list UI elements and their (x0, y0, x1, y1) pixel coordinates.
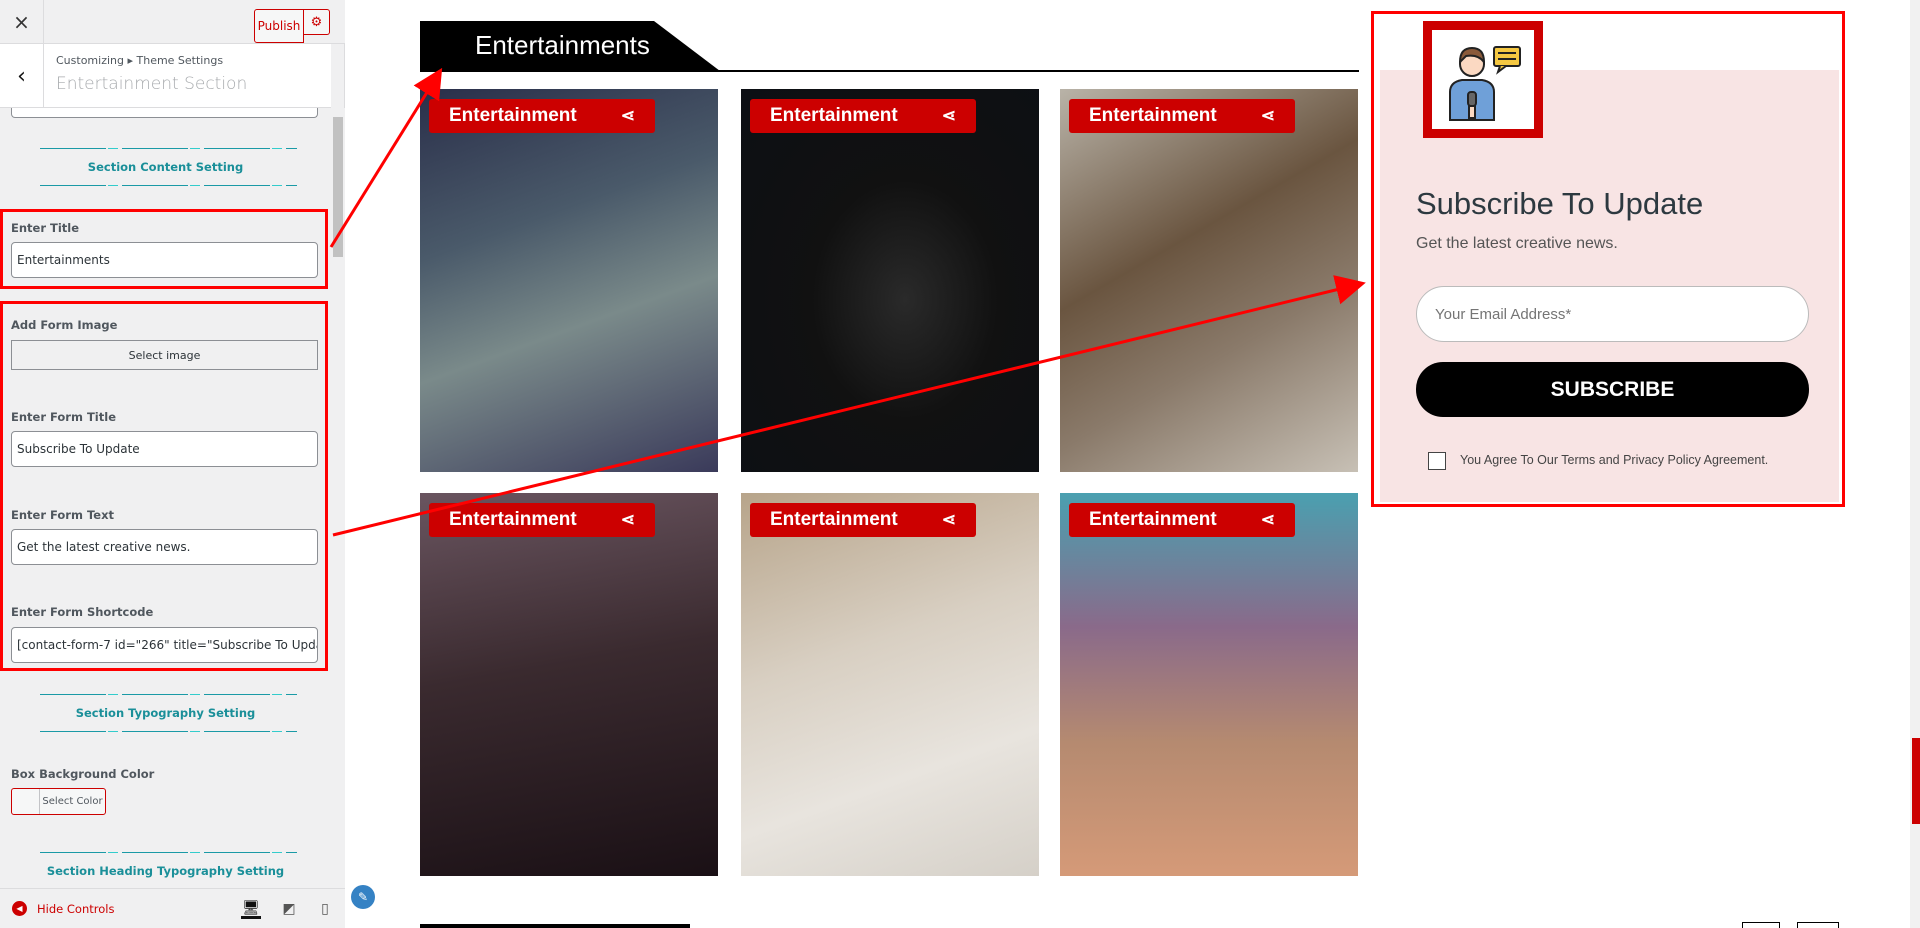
close-icon[interactable]: × (0, 0, 44, 44)
gear-icon[interactable]: ⚙ (304, 9, 330, 35)
subscribe-button[interactable]: SUBSCRIBE (1416, 362, 1809, 417)
share-icon[interactable]: ⋖ (942, 510, 956, 530)
entertainment-card[interactable]: Entertainment ⋖ (1060, 493, 1358, 876)
mobile-preview-icon[interactable]: ▯ (315, 899, 335, 919)
color-swatch (12, 789, 40, 814)
form-text-input[interactable]: Get the latest creative news. (11, 529, 318, 565)
category-badge[interactable]: Entertainment ⋖ (1069, 99, 1295, 133)
category-badge[interactable]: Entertainment ⋖ (750, 503, 976, 537)
divider (40, 852, 297, 853)
heading-underline (420, 70, 1359, 72)
shortcode-label: Enter Form Shortcode (11, 605, 154, 619)
subscribe-text: Get the latest creative news. (1416, 235, 1618, 252)
customizer-footer: ◀ Hide Controls 🖥 ◩ ▯ (0, 888, 345, 928)
section-header: ‹ Customizing ▸ Theme Settings Entertain… (0, 44, 331, 108)
share-icon[interactable]: ⋖ (1261, 510, 1275, 530)
terms-label: You Agree To Our Terms and Privacy Polic… (1460, 453, 1769, 467)
category-badge[interactable]: Entertainment ⋖ (429, 99, 655, 133)
shortcode-input[interactable]: [contact-form-7 id="266" title="Subscrib… (11, 627, 318, 663)
title-input[interactable]: Entertainments (11, 242, 318, 278)
subscribe-panel: Subscribe To Update Get the latest creat… (1371, 11, 1845, 507)
entertainment-card[interactable]: Entertainment ⋖ (420, 89, 718, 472)
category-badge[interactable]: Entertainment ⋖ (1069, 503, 1295, 537)
category-badge[interactable]: Entertainment ⋖ (750, 99, 976, 133)
next-arrow-button[interactable] (1797, 922, 1839, 928)
collapse-icon: ◀ (12, 901, 27, 916)
share-icon[interactable]: ⋖ (621, 510, 635, 530)
box-bg-label: Box Background Color (11, 767, 155, 781)
typography-heading: Section Typography Setting (75, 706, 256, 720)
badge-label: Entertainment (770, 105, 898, 126)
form-image-label: Add Form Image (11, 318, 118, 332)
badge-label: Entertainment (449, 509, 577, 530)
heading-typography-heading: Section Heading Typography Setting (46, 864, 285, 878)
tablet-preview-icon[interactable]: ◩ (279, 899, 299, 919)
prev-arrow-button[interactable] (1742, 922, 1780, 928)
entertainment-card[interactable]: Entertainment ⋖ (741, 493, 1039, 876)
share-icon[interactable]: ⋖ (621, 106, 635, 126)
form-text-label: Enter Form Text (11, 508, 114, 522)
reporter-icon (1449, 46, 1521, 121)
entertainment-card[interactable]: Entertainment ⋖ (741, 89, 1039, 472)
subscribe-title: Subscribe To Update (1416, 186, 1704, 221)
badge-label: Entertainment (449, 105, 577, 126)
title-label: Enter Title (11, 221, 80, 235)
form-title-input[interactable]: Subscribe To Update (11, 431, 318, 467)
hide-controls-button[interactable]: ◀ Hide Controls (12, 901, 114, 916)
back-chevron-icon[interactable]: ‹ (0, 44, 44, 108)
form-image (1423, 21, 1543, 138)
divider (40, 185, 297, 186)
breadcrumb: Customizing ▸ Theme Settings (56, 54, 224, 67)
customizer-topbar: × Publish ⚙ (0, 0, 345, 44)
select-color-label: Select Color (42, 796, 103, 807)
divider (40, 694, 297, 695)
badge-label: Entertainment (1089, 509, 1217, 530)
edit-pencil-icon[interactable]: ✎ (351, 885, 375, 909)
previous-input[interactable] (11, 108, 318, 118)
entertainment-card[interactable]: Entertainment ⋖ (420, 493, 718, 876)
content-setting-heading: Section Content Setting (87, 160, 244, 174)
entertainment-card[interactable]: Entertainment ⋖ (1060, 89, 1358, 472)
category-badge[interactable]: Entertainment ⋖ (429, 503, 655, 537)
select-color-button[interactable]: Select Color (11, 788, 106, 815)
share-icon[interactable]: ⋖ (1261, 106, 1275, 126)
share-icon[interactable]: ⋖ (942, 106, 956, 126)
badge-label: Entertainment (1089, 105, 1217, 126)
section-heading: Entertainments (475, 30, 650, 60)
email-input[interactable] (1416, 286, 1809, 342)
terms-checkbox[interactable] (1428, 452, 1446, 470)
divider (40, 148, 297, 149)
divider (40, 731, 297, 732)
page-title: Entertainment Section (56, 74, 248, 94)
hide-controls-label: Hide Controls (37, 901, 115, 916)
scrollbar-thumb[interactable] (333, 117, 343, 257)
customizer-sidebar: × Publish ⚙ ‹ Customizing ▸ Theme Settin… (0, 0, 345, 928)
next-section-heading (420, 924, 690, 928)
badge-label: Entertainment (770, 509, 898, 530)
select-image-button[interactable]: Select image (11, 340, 318, 370)
page-scrollbar-thumb[interactable] (1912, 738, 1920, 824)
publish-button[interactable]: Publish (254, 9, 304, 43)
form-title-label: Enter Form Title (11, 410, 116, 424)
desktop-preview-icon[interactable]: 🖥 (241, 899, 261, 919)
